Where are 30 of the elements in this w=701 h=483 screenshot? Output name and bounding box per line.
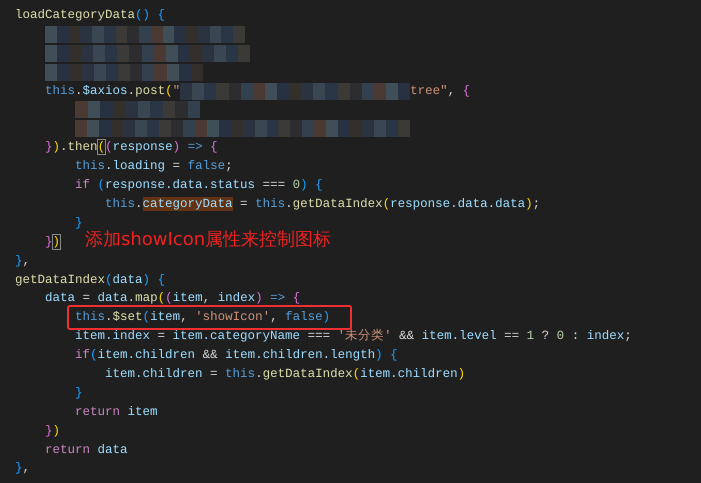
- code-text: post: [135, 82, 166, 100]
- code-line: }: [75, 214, 83, 232]
- code-line: item.children = this.getDataIndex(item.children): [105, 366, 466, 383]
- code-line: if(item.children && item.children.length) {: [75, 347, 398, 364]
- code-line: loadCategoryData() {: [15, 7, 166, 24]
- code-line: item.index = item.categoryName === '未分类' && item.level == 1 ? 0 : index;: [75, 328, 632, 346]
- code-text: ": [172, 82, 180, 100]
- code-line: if (response.data.status === 0) {: [75, 177, 323, 194]
- code-text: ,: [448, 82, 456, 100]
- code-line: }: [75, 384, 83, 402]
- code-line: return item: [75, 404, 158, 421]
- code-line: return data: [45, 442, 128, 459]
- code-line: }): [45, 234, 60, 251]
- code-text: tree": [410, 82, 448, 100]
- code-line: this.loading = false;: [75, 158, 233, 176]
- code-text: .: [128, 82, 136, 100]
- code-text: (: [165, 82, 173, 100]
- code-line: this.categoryData = this.getDataIndex(response.data.data);: [105, 196, 540, 213]
- code-line: }).then((response) => {: [45, 139, 218, 156]
- code-line: },: [15, 252, 30, 270]
- code-line: this.$set(item, 'showIcon', false): [75, 309, 330, 326]
- code-line: data = data.map((item, index) => {: [45, 290, 300, 308]
- code-line: }): [45, 422, 60, 440]
- code-line: getDataIndex(data) {: [15, 272, 166, 289]
- code-text: $axios: [82, 82, 128, 100]
- code-text: .: [75, 82, 83, 100]
- annotation-text: 添加showIcon属性来控制图标: [85, 228, 332, 252]
- code-text: this: [45, 82, 76, 100]
- code-line: },: [15, 460, 30, 478]
- code-text: {: [462, 82, 470, 100]
